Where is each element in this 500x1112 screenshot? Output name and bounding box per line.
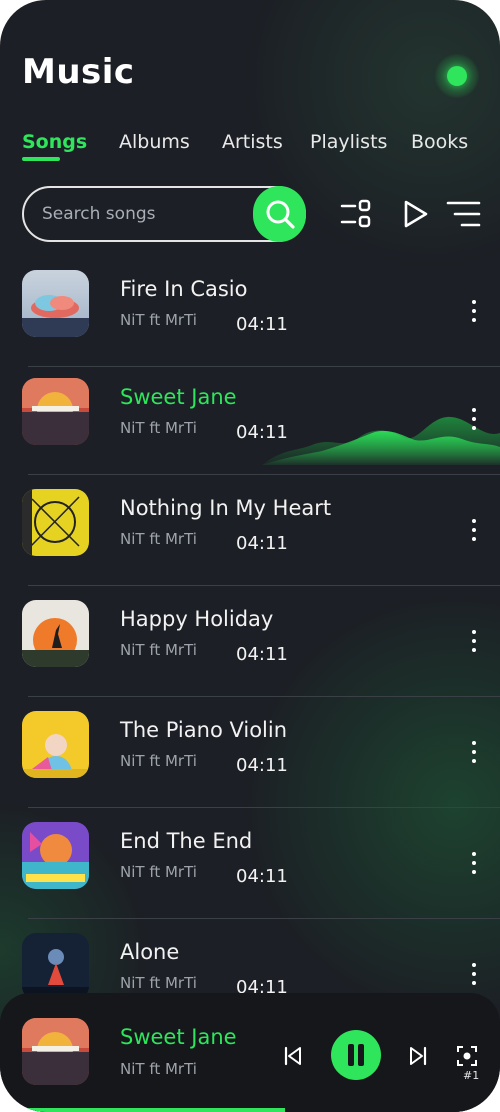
song-artist: NiT ft MrTi xyxy=(120,863,197,881)
play-icon[interactable] xyxy=(397,196,433,232)
search-button[interactable] xyxy=(253,186,306,242)
list-item[interactable]: End The End NiT ft MrTi 04:11 xyxy=(0,811,500,922)
album-cover xyxy=(22,933,89,1000)
song-title: The Piano Violin xyxy=(120,718,288,742)
tab-artists[interactable]: Artists xyxy=(222,131,283,153)
divider xyxy=(28,807,500,808)
page-title: Music xyxy=(22,52,135,92)
more-options-icon[interactable] xyxy=(462,404,486,434)
more-options-icon[interactable] xyxy=(462,737,486,767)
more-options-icon[interactable] xyxy=(462,515,486,545)
song-title: Fire In Casio xyxy=(120,277,248,301)
song-artist: NiT ft MrTi xyxy=(120,974,197,992)
tab-albums[interactable]: Albums xyxy=(119,131,190,153)
album-cover xyxy=(22,270,89,337)
list-item[interactable]: Fire In Casio NiT ft MrTi 04:11 xyxy=(0,259,500,370)
search-input[interactable] xyxy=(40,200,250,228)
list-item[interactable]: The Piano Violin NiT ft MrTi 04:11 xyxy=(0,700,500,811)
tab-books[interactable]: Books xyxy=(411,131,468,153)
song-title: Happy Holiday xyxy=(120,607,274,631)
divider xyxy=(28,585,500,586)
playback-progress-fill xyxy=(0,1108,285,1112)
song-title: End The End xyxy=(120,829,253,853)
grid-toggle-icon[interactable] xyxy=(339,196,375,232)
status-indicator-icon[interactable] xyxy=(435,54,479,98)
song-duration: 04:11 xyxy=(236,533,288,554)
song-duration: 04:11 xyxy=(236,755,288,776)
next-track-icon[interactable] xyxy=(407,1045,429,1067)
more-options-icon[interactable] xyxy=(462,848,486,878)
song-duration: 04:11 xyxy=(236,644,288,665)
song-artist: NiT ft MrTi xyxy=(120,419,197,437)
device-label: #1 xyxy=(463,1069,480,1082)
song-duration: 04:11 xyxy=(236,422,288,443)
song-artist: NiT ft MrTi xyxy=(120,311,197,329)
album-cover xyxy=(22,711,89,778)
previous-track-icon[interactable] xyxy=(282,1045,304,1067)
song-title: Sweet Jane xyxy=(120,385,237,409)
now-playing-cover xyxy=(22,1018,89,1085)
song-duration: 04:11 xyxy=(236,866,288,887)
album-cover xyxy=(22,822,89,889)
now-playing-artist: NiT ft MrTi xyxy=(120,1060,197,1078)
song-title: Nothing In My Heart xyxy=(120,496,332,520)
divider xyxy=(28,474,500,475)
divider xyxy=(28,696,500,697)
divider xyxy=(28,918,500,919)
tab-songs[interactable]: Songs xyxy=(22,131,87,153)
song-title: Alone xyxy=(120,940,180,964)
device-cast-icon[interactable] xyxy=(456,1045,478,1067)
more-options-icon[interactable] xyxy=(462,296,486,326)
list-item[interactable]: Nothing In My Heart NiT ft MrTi 04:11 xyxy=(0,478,500,589)
more-options-icon[interactable] xyxy=(462,959,486,989)
now-playing-bar[interactable]: Sweet Jane NiT ft MrTi #1 xyxy=(0,993,500,1112)
album-cover xyxy=(22,600,89,667)
more-options-icon[interactable] xyxy=(462,626,486,656)
song-artist: NiT ft MrTi xyxy=(120,530,197,548)
song-duration: 04:11 xyxy=(236,314,288,335)
music-app-screen: Music Songs Albums Artists Playlists Boo… xyxy=(0,0,500,1112)
tab-playlists[interactable]: Playlists xyxy=(310,131,387,153)
pause-icon xyxy=(348,1044,354,1066)
list-item[interactable]: Sweet Jane NiT ft MrTi 04:11 xyxy=(0,367,500,478)
song-artist: NiT ft MrTi xyxy=(120,641,197,659)
search-icon xyxy=(266,200,295,229)
pause-button[interactable] xyxy=(331,1030,381,1080)
list-item[interactable]: Happy Holiday NiT ft MrTi 04:11 xyxy=(0,589,500,700)
album-cover xyxy=(22,378,89,445)
song-artist: NiT ft MrTi xyxy=(120,752,197,770)
now-playing-title: Sweet Jane xyxy=(120,1025,237,1049)
sort-icon[interactable] xyxy=(446,196,482,232)
album-cover xyxy=(22,489,89,556)
active-tab-indicator xyxy=(22,157,60,161)
playback-progress[interactable] xyxy=(0,1108,500,1112)
